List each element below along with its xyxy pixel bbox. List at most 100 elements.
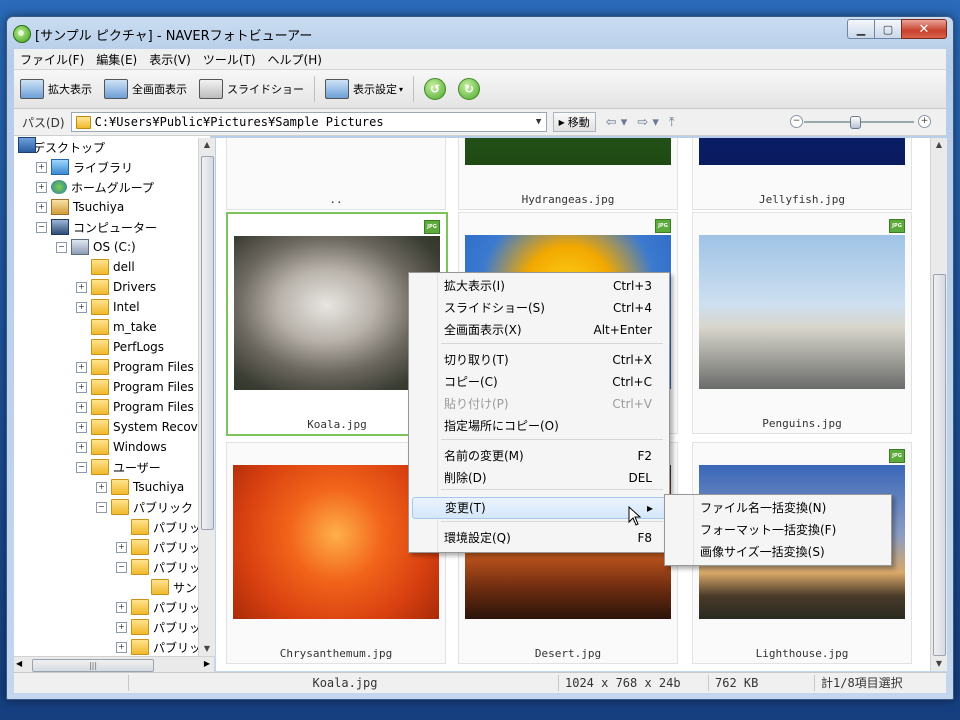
scroll-down-icon[interactable]: ▼ [931,657,947,671]
tree-item[interactable]: PerfLogs [76,337,164,357]
tree-item[interactable]: − OS (C:) [56,237,136,257]
tree-hscroll-thumb[interactable]: ||| [32,659,154,672]
expand-icon[interactable]: + [76,301,87,313]
context-menu-item[interactable]: 拡大表示(I) Ctrl+3 [412,275,664,297]
menu-file[interactable]: ファイル(F) [14,51,90,68]
tree-scrollbar[interactable]: ▲ ▼ [198,138,215,656]
zoom-slider[interactable]: − + [790,115,931,129]
tree-item[interactable]: + ライブラリ [36,157,133,177]
tree-item[interactable]: + Program Files [76,377,194,397]
tree-item[interactable]: −デスクトップ [18,137,105,157]
fullscreen-button[interactable]: 全画面表示 [98,74,193,104]
tree-item[interactable]: − ユーザー [76,457,161,477]
close-button[interactable]: ✕ [901,19,947,39]
thumbnail-item[interactable]: JPG Penguins.jpg [692,212,912,434]
maximize-button[interactable]: ▢ [874,19,902,39]
tree-hscrollbar[interactable]: ◀ ||| ▶ [14,656,214,673]
tree-item[interactable]: + Windows [76,437,167,457]
tree-item[interactable]: + Program Files [76,357,194,377]
submenu-item[interactable]: ファイル名一括変換(N) [668,497,886,519]
tree-scroll-thumb[interactable] [201,156,214,530]
grid-scroll-thumb[interactable] [933,274,946,656]
tree-item[interactable]: + パブリッ [116,537,201,557]
expand-icon[interactable]: + [76,441,87,453]
tree-item[interactable]: + ホームグループ [36,177,154,197]
expand-icon[interactable]: + [76,381,87,393]
scroll-down-icon[interactable]: ▼ [199,642,215,656]
tree-item[interactable]: + Tsuchiya [96,477,184,497]
tree-item[interactable]: パブリッ [116,517,201,537]
menu-help[interactable]: ヘルプ(H) [262,51,328,68]
context-menu-item[interactable]: 名前の変更(M) F2 [412,445,664,467]
zoom-view-button[interactable]: 拡大表示 [14,74,98,104]
tree-item[interactable]: − パブリック [96,497,193,517]
rotate-right-button[interactable]: ↻ [458,78,481,100]
tree-item[interactable]: + パブリッ [116,597,201,617]
zoom-out-icon[interactable]: − [790,115,803,128]
collapse-icon[interactable]: − [116,561,127,573]
context-menu-item[interactable]: 環境設定(Q) F8 [412,527,664,549]
tree-item[interactable]: dell [76,257,135,277]
expand-icon[interactable]: + [36,201,47,213]
tree-item[interactable]: + Tsuchiya [36,197,124,217]
path-dropdown-icon[interactable]: ▼ [532,117,546,127]
context-menu-item[interactable]: コピー(C) Ctrl+C [412,371,664,393]
tree-item[interactable]: − パブリッ [116,557,201,577]
context-menu-item[interactable]: 削除(D) DEL [412,467,664,489]
collapse-icon[interactable]: − [96,501,107,513]
expand-icon[interactable]: + [116,541,127,553]
collapse-icon[interactable]: − [76,461,87,473]
menu-view[interactable]: 表示(V) [143,51,197,68]
zoom-knob[interactable] [850,116,861,129]
title-bar[interactable]: [サンプル ピクチャ] - NAVERフォトビューアー ▁ ▢ ✕ [7,17,953,49]
scroll-right-icon[interactable]: ▶ [204,659,210,668]
scroll-up-icon[interactable]: ▲ [931,138,947,152]
path-input[interactable]: C:¥Users¥Public¥Pictures¥Sample Pictures… [70,112,547,132]
tree-item[interactable]: m_take [76,317,157,337]
up-folder-icon[interactable]: ⤒ [669,115,675,130]
minimize-button[interactable]: ▁ [847,19,875,39]
tree-item[interactable]: + Intel [76,297,140,317]
app-icon[interactable] [13,25,31,43]
expand-icon[interactable]: + [76,281,87,293]
context-menu-item[interactable]: 全画面表示(X) Alt+Enter [412,319,664,341]
submenu-item[interactable]: フォーマット一括変換(F) [668,519,886,541]
thumbnail-item[interactable]: Jellyfish.jpg [692,138,912,210]
expand-icon[interactable]: + [116,621,127,633]
tree-item[interactable]: + Program Files [76,397,194,417]
tree-item[interactable]: + パブリッ [116,637,201,656]
expand-icon[interactable]: + [36,181,47,193]
submenu-item[interactable]: 画像サイズ一括変換(S) [668,541,886,563]
grid-scrollbar[interactable]: ▲ ▼ [930,138,947,671]
thumbnail-item[interactable]: .. [226,138,446,210]
tree-item[interactable]: + パブリッ [116,617,201,637]
expand-icon[interactable]: + [116,601,127,613]
expand-icon[interactable]: + [36,161,47,173]
collapse-icon[interactable]: − [56,241,67,253]
thumbnail-item[interactable]: Hydrangeas.jpg [458,138,678,210]
scroll-left-icon[interactable]: ◀ [16,659,22,668]
zoom-in-icon[interactable]: + [918,115,931,128]
tree-item[interactable]: + Drivers [76,277,156,297]
context-menu-item[interactable]: 指定場所にコピー(O) [412,415,664,437]
expand-icon[interactable]: + [76,401,87,413]
rotate-left-button[interactable]: ↺ [424,78,447,100]
expand-icon[interactable]: + [96,481,107,493]
tree-item[interactable]: + System Recov [76,417,198,437]
forward-arrow-icon[interactable]: ⇨ ▾ [637,115,659,130]
menu-edit[interactable]: 編集(E) [90,51,143,68]
scroll-up-icon[interactable]: ▲ [199,138,215,152]
tree-item[interactable]: サン [136,577,197,597]
slideshow-button[interactable]: スライドショー [193,74,310,104]
expand-icon[interactable]: + [76,421,87,433]
move-button[interactable]: ▶ 移動 [552,112,596,132]
view-settings-button[interactable]: 表示設定 ▾ [319,74,409,104]
menu-tools[interactable]: ツール(T) [197,51,262,68]
collapse-icon[interactable]: − [36,221,47,233]
context-menu-item[interactable]: 切り取り(T) Ctrl+X [412,349,664,371]
expand-icon[interactable]: + [76,361,87,373]
back-arrow-icon[interactable]: ⇦ ▾ [606,115,628,130]
context-menu-item[interactable]: スライドショー(S) Ctrl+4 [412,297,664,319]
expand-icon[interactable]: + [116,641,127,653]
tree-item[interactable]: − コンピューター [36,217,157,237]
